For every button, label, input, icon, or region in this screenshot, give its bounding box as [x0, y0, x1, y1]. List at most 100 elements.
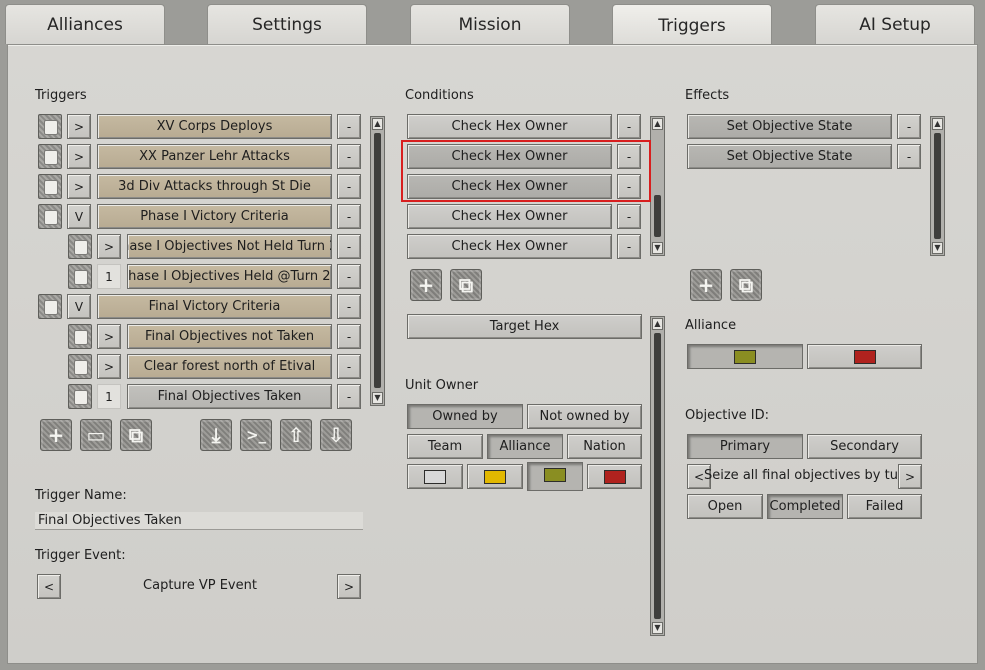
remove-trigger-button[interactable]: - [337, 264, 361, 289]
target-hex-button[interactable]: Target Hex [407, 314, 642, 339]
copy-effect-button[interactable]: ⧉ [730, 269, 762, 301]
import-button[interactable]: ⤓ [200, 419, 232, 451]
trigger-enable-checkbox[interactable] [68, 324, 92, 349]
trigger-row[interactable]: Final Objectives not Taken [127, 324, 332, 349]
scroll-up-icon[interactable]: ▲ [652, 318, 663, 330]
color-option-yellow[interactable] [467, 464, 523, 489]
remove-effect-button[interactable]: - [897, 144, 921, 169]
trigger-enable-checkbox[interactable] [68, 384, 92, 409]
effect-row[interactable]: Set Objective State [687, 114, 892, 139]
remove-trigger-button[interactable]: - [337, 234, 361, 259]
scroll-thumb[interactable] [654, 195, 661, 237]
trigger-event-prev-button[interactable]: < [37, 574, 61, 599]
trigger-row[interactable]: 3d Div Attacks through St Die [97, 174, 332, 199]
trigger-expand-toggle[interactable]: V [67, 294, 91, 319]
copy-trigger-button[interactable]: ⧉ [120, 419, 152, 451]
trigger-name-field[interactable]: Final Objectives Taken [35, 512, 363, 530]
scroll-thumb[interactable] [654, 333, 661, 619]
scroll-thumb[interactable] [934, 133, 941, 239]
condition-row[interactable]: Check Hex Owner [407, 204, 612, 229]
state-completed-button[interactable]: Completed [767, 494, 843, 519]
color-option-olive[interactable] [527, 462, 583, 491]
team-button[interactable]: Team [407, 434, 483, 459]
folder-button[interactable]: ▭ [80, 419, 112, 451]
copy-condition-button[interactable]: ⧉ [450, 269, 482, 301]
trigger-enable-checkbox[interactable] [68, 234, 92, 259]
secondary-button[interactable]: Secondary [807, 434, 922, 459]
move-down-button[interactable]: ⇩ [320, 419, 352, 451]
alliance-button[interactable]: Alliance [487, 434, 563, 459]
scroll-up-icon[interactable]: ▲ [652, 118, 663, 130]
remove-trigger-button[interactable]: - [337, 294, 361, 319]
remove-trigger-button[interactable]: - [337, 114, 361, 139]
condition-detail-scrollbar[interactable]: ▲ ▼ [650, 316, 665, 636]
remove-trigger-button[interactable]: - [337, 384, 361, 409]
state-open-button[interactable]: Open [687, 494, 763, 519]
add-condition-button[interactable]: + [410, 269, 442, 301]
owned-by-button[interactable]: Owned by [407, 404, 523, 429]
trigger-row[interactable]: Phase I Victory Criteria [97, 204, 332, 229]
remove-effect-button[interactable]: - [897, 114, 921, 139]
trigger-row[interactable]: XX Panzer Lehr Attacks [97, 144, 332, 169]
remove-condition-button[interactable]: - [617, 204, 641, 229]
color-option-white[interactable] [407, 464, 463, 489]
scroll-down-icon[interactable]: ▼ [652, 242, 663, 254]
trigger-enable-checkbox[interactable] [38, 294, 62, 319]
trigger-expand-toggle[interactable]: > [67, 114, 91, 139]
trigger-enable-checkbox[interactable] [68, 264, 92, 289]
scroll-up-icon[interactable]: ▲ [372, 118, 383, 130]
effects-scrollbar[interactable]: ▲ ▼ [930, 116, 945, 256]
scroll-up-icon[interactable]: ▲ [932, 118, 943, 130]
trigger-expand-toggle[interactable]: > [97, 324, 121, 349]
trigger-expand-toggle[interactable]: > [67, 174, 91, 199]
trigger-enable-checkbox[interactable] [38, 144, 62, 169]
remove-trigger-button[interactable]: - [337, 174, 361, 199]
trigger-enable-checkbox[interactable] [38, 114, 62, 139]
color-option-red[interactable] [587, 464, 642, 489]
remove-condition-button[interactable]: - [617, 114, 641, 139]
state-failed-button[interactable]: Failed [847, 494, 922, 519]
tab-mission[interactable]: Mission [410, 4, 570, 44]
remove-trigger-button[interactable]: - [337, 204, 361, 229]
not-owned-by-button[interactable]: Not owned by [527, 404, 642, 429]
conditions-scrollbar[interactable]: ▲ ▼ [650, 116, 665, 256]
trigger-row[interactable]: Phase I Objectives Held @Turn 20 [127, 264, 332, 289]
trigger-enable-checkbox[interactable] [68, 354, 92, 379]
condition-row[interactable]: Check Hex Owner [407, 234, 612, 259]
scroll-down-icon[interactable]: ▼ [932, 242, 943, 254]
condition-row[interactable]: Check Hex Owner [407, 114, 612, 139]
effect-row[interactable]: Set Objective State [687, 144, 892, 169]
trigger-expand-toggle[interactable]: > [67, 144, 91, 169]
scroll-down-icon[interactable]: ▼ [372, 392, 383, 404]
console-button[interactable]: >_ [240, 419, 272, 451]
trigger-row[interactable]: Final Victory Criteria [97, 294, 332, 319]
tab-alliances[interactable]: Alliances [5, 4, 165, 44]
objective-next-button[interactable]: > [898, 464, 922, 489]
trigger-expand-toggle[interactable]: 1 [97, 264, 121, 289]
scroll-thumb[interactable] [374, 133, 381, 388]
trigger-enable-checkbox[interactable] [38, 204, 62, 229]
remove-trigger-button[interactable]: - [337, 354, 361, 379]
trigger-expand-toggle[interactable]: > [97, 354, 121, 379]
add-trigger-button[interactable]: + [40, 419, 72, 451]
trigger-enable-checkbox[interactable] [38, 174, 62, 199]
trigger-row[interactable]: Phase I Objectives Not Held Turn 20 [127, 234, 332, 259]
remove-condition-button[interactable]: - [617, 234, 641, 259]
remove-trigger-button[interactable]: - [337, 324, 361, 349]
trigger-expand-toggle[interactable]: 1 [97, 384, 121, 409]
trigger-row[interactable]: Clear forest north of Etival [127, 354, 332, 379]
scroll-down-icon[interactable]: ▼ [652, 622, 663, 634]
alliance-option-olive[interactable] [687, 344, 803, 369]
primary-button[interactable]: Primary [687, 434, 803, 459]
trigger-expand-toggle[interactable]: > [97, 234, 121, 259]
add-effect-button[interactable]: + [690, 269, 722, 301]
tab-settings[interactable]: Settings [207, 4, 367, 44]
move-up-button[interactable]: ⇧ [280, 419, 312, 451]
trigger-row[interactable]: XV Corps Deploys [97, 114, 332, 139]
alliance-option-red[interactable] [807, 344, 922, 369]
nation-button[interactable]: Nation [567, 434, 642, 459]
tab-ai-setup[interactable]: AI Setup [815, 4, 975, 44]
triggers-scrollbar[interactable]: ▲ ▼ [370, 116, 385, 406]
trigger-row[interactable]: Final Objectives Taken [127, 384, 332, 409]
trigger-event-next-button[interactable]: > [337, 574, 361, 599]
